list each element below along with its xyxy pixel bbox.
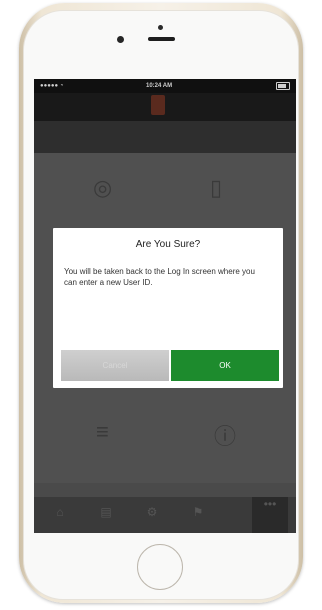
ok-button[interactable]: OK [171, 350, 279, 381]
speaker-grille [148, 37, 175, 41]
dashboard-icon[interactable]: ◎ [93, 175, 112, 201]
dialog-message: You will be taken back to the Log In scr… [64, 267, 255, 287]
tab-icon[interactable]: ⌂ [48, 505, 72, 523]
tab-bar: ⌂ ▤ ⚙ ⚑ ••• [34, 497, 296, 533]
info-icon[interactable]: ⓘ [214, 419, 236, 451]
home-button[interactable] [137, 544, 183, 590]
dialog-title: Are You Sure? [135, 239, 201, 250]
cancel-button[interactable]: Cancel [61, 350, 169, 381]
sensor-icon [117, 36, 124, 43]
app-logo [151, 95, 165, 115]
status-bar: ●●●●● ◔ 10:24 AM [34, 79, 296, 93]
battery-icon [276, 82, 290, 90]
app-header [34, 93, 296, 121]
money-icon[interactable]: ≡ [96, 419, 109, 445]
confirm-dialog: Are You Sure? You will be taken back to … [53, 228, 283, 388]
tab-icon[interactable]: ▤ [94, 505, 118, 523]
status-time: 10:24 AM [146, 83, 173, 89]
tab-icon[interactable]: ⚑ [186, 505, 210, 523]
tab-icon[interactable]: ⚙ [140, 505, 164, 523]
tab-icon[interactable]: ••• [252, 497, 288, 533]
signal-icon: ●●●●● ◔ [40, 83, 64, 89]
document-icon[interactable]: ▯ [210, 175, 222, 201]
sub-header [34, 121, 296, 153]
front-camera-icon [158, 25, 163, 30]
